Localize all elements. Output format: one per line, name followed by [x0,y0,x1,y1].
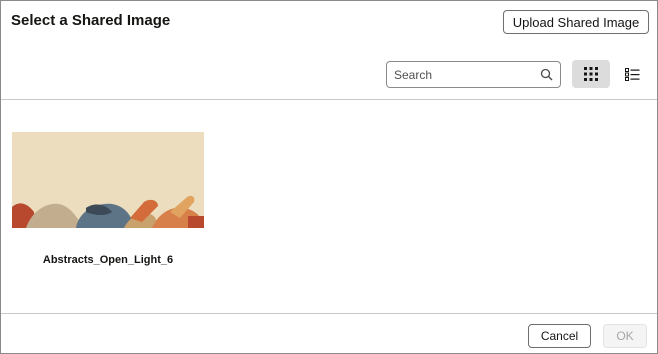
grid-view-icon [584,67,598,81]
image-name: Abstracts_Open_Light_6 [42,254,174,266]
grid-view-button[interactable] [572,60,610,88]
search-icon[interactable] [540,68,553,81]
list-view-button[interactable] [613,60,651,88]
footer-divider [1,313,657,314]
upload-shared-image-button[interactable]: Upload Shared Image [503,10,649,34]
search-input[interactable] [394,66,534,83]
image-thumbnail[interactable] [12,132,204,228]
ok-button[interactable]: OK [603,324,647,348]
cancel-button[interactable]: Cancel [528,324,591,348]
header-divider [1,99,657,100]
image-tile[interactable]: Abstracts_Open_Light_6 [12,132,204,266]
search-field[interactable] [386,61,561,88]
select-shared-image-dialog: Select a Shared Image Upload Shared Imag… [0,0,658,354]
dialog-title: Select a Shared Image [11,12,171,29]
list-view-icon [624,67,639,81]
